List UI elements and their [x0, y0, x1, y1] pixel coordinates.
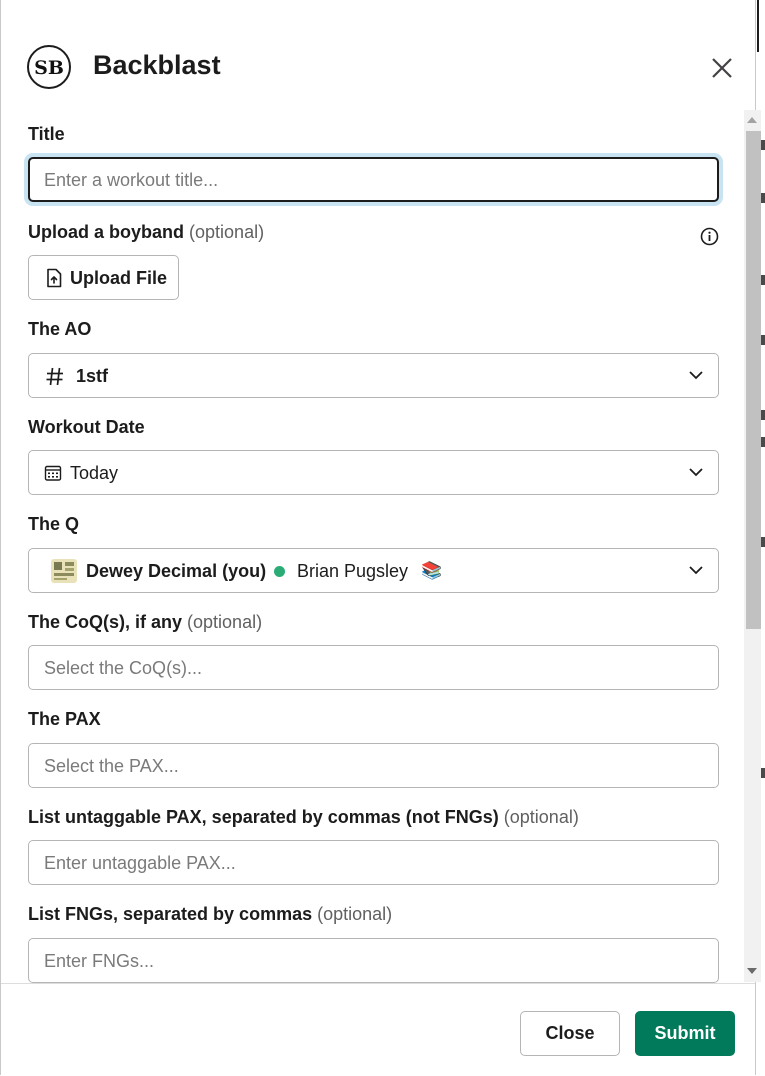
pax-placeholder: Select the PAX...	[44, 756, 179, 776]
scroll-down-arrow-icon[interactable]	[747, 968, 757, 974]
scrollbar-thumb[interactable]	[746, 131, 761, 629]
close-icon[interactable]	[709, 55, 735, 81]
channel-hash-icon	[46, 367, 64, 391]
optional-tag: (optional)	[317, 904, 393, 924]
svg-text:SB: SB	[34, 57, 64, 79]
optional-tag: (optional)	[187, 612, 263, 632]
q-user-status: Brian Pugsley	[297, 561, 409, 581]
fngs-placeholder: Enter FNGs...	[44, 951, 155, 971]
title-placeholder: Enter a workout title...	[44, 170, 219, 190]
untaggable-placeholder: Enter untaggable PAX...	[44, 853, 236, 873]
optional-tag: (optional)	[503, 807, 579, 827]
submit-button[interactable]: Submit	[635, 1011, 735, 1056]
modal-footer: Close Submit	[1, 983, 755, 1076]
ao-value: 1stf	[76, 366, 109, 386]
chevron-down-icon	[689, 468, 703, 477]
date-value: Today	[70, 463, 119, 483]
upload-label: Upload a boyband (optional)	[28, 222, 265, 242]
user-avatar	[51, 559, 77, 588]
upload-file-label: Upload File	[70, 268, 168, 288]
untaggable-label: List untaggable PAX, separated by commas…	[28, 807, 579, 827]
untaggable-input[interactable]: Enter untaggable PAX...	[28, 840, 719, 885]
pax-label: The PAX	[28, 709, 101, 729]
books-emoji-icon: 📚	[421, 561, 443, 580]
ao-select[interactable]: 1stf	[28, 353, 719, 398]
date-picker[interactable]: Today	[28, 450, 719, 495]
date-label: Workout Date	[28, 417, 145, 437]
modal-header: SB Backblast	[1, 0, 755, 110]
q-label: The Q	[28, 514, 80, 534]
q-user-name: Dewey Decimal (you)	[86, 561, 267, 581]
fngs-label: List FNGs, separated by commas (optional…	[28, 904, 393, 924]
close-button[interactable]: Close	[520, 1011, 620, 1056]
title-label: Title	[28, 124, 65, 144]
coq-placeholder: Select the CoQ(s)...	[44, 658, 203, 678]
q-select[interactable]: Dewey Decimal (you) Brian Pugsley 📚	[28, 548, 719, 593]
ao-label: The AO	[28, 319, 92, 339]
pax-select[interactable]: Select the PAX...	[28, 743, 719, 788]
coq-select[interactable]: Select the CoQ(s)...	[28, 645, 719, 690]
calendar-icon	[44, 464, 62, 487]
backblast-modal: SB Backblast Title Enter a workout title…	[0, 0, 761, 1076]
coq-label: The CoQ(s), if any (optional)	[28, 612, 263, 632]
app-logo: SB	[27, 45, 71, 89]
chevron-down-icon	[689, 371, 703, 380]
chevron-down-icon	[689, 566, 703, 575]
scroll-up-arrow-icon[interactable]	[747, 117, 757, 123]
modal-title: Backblast	[93, 50, 221, 80]
upload-file-icon	[45, 268, 63, 293]
optional-tag: (optional)	[189, 222, 265, 242]
title-input[interactable]: Enter a workout title...	[28, 157, 719, 202]
info-icon[interactable]	[700, 227, 719, 246]
upload-file-button[interactable]: Upload File	[28, 255, 179, 300]
fngs-input[interactable]: Enter FNGs...	[28, 938, 719, 983]
presence-dot	[274, 566, 285, 577]
